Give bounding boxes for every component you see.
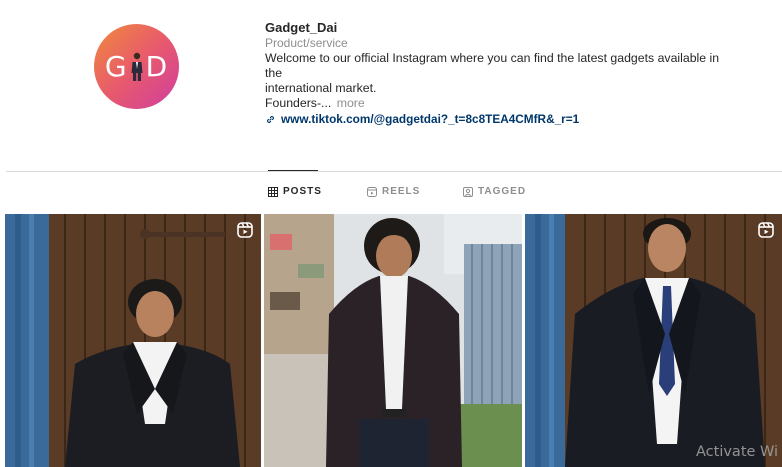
bio-line-2: international market.: [265, 81, 377, 95]
logo-letter-d: D: [145, 50, 169, 83]
profile-link-text[interactable]: www.tiktok.com/@gadgetdai?_t=8c8TEA4CMfR…: [281, 112, 579, 126]
tagged-icon: [463, 186, 473, 197]
post-thumbnail[interactable]: [525, 214, 782, 467]
tabs-divider: [6, 171, 782, 172]
bio-founders-text: Founders-...: [265, 96, 332, 110]
post-image-man-wooden-wall: [5, 214, 261, 467]
profile-avatar[interactable]: G D: [94, 24, 179, 109]
tab-tagged-label: TAGGED: [478, 186, 527, 197]
posts-grid: [5, 214, 782, 467]
tab-reels[interactable]: REELS: [367, 186, 420, 197]
profile-tabs: POSTS REELS TAGGED: [0, 186, 782, 202]
profile-info: Gadget_Dai Product/service Welcome to ou…: [265, 20, 735, 126]
link-icon: [267, 115, 274, 123]
tab-tagged[interactable]: TAGGED: [463, 186, 526, 197]
logo-letter-g: G: [104, 50, 128, 83]
windows-activation-watermark: Activate Wi: [696, 444, 779, 460]
post-image-man-alley: [264, 214, 522, 467]
reels-icon: [367, 186, 377, 197]
profile-username: Gadget_Dai: [265, 20, 338, 35]
brand-logo: G D: [102, 47, 172, 87]
reel-badge-icon: [758, 222, 774, 238]
profile-category: Product/service: [265, 36, 348, 50]
active-tab-indicator: [268, 170, 318, 171]
profile-link[interactable]: www.tiktok.com/@gadgetdai?_t=8c8TEA4CMfR…: [265, 112, 735, 126]
tab-reels-label: REELS: [382, 186, 421, 197]
post-thumbnail[interactable]: [5, 214, 261, 467]
reel-badge-icon: [237, 222, 253, 238]
grid-icon: [268, 186, 278, 197]
post-thumbnail[interactable]: [264, 214, 522, 467]
bio-line-1: Welcome to our official Instagram where …: [265, 51, 720, 80]
post-image-man-blue-tie: [525, 214, 782, 467]
tab-posts[interactable]: POSTS: [268, 186, 322, 197]
businessman-icon: [131, 52, 143, 81]
bio-line-3: Founders-... more: [265, 96, 735, 111]
tab-posts-label: POSTS: [283, 186, 322, 197]
bio-more-link[interactable]: more: [337, 96, 365, 110]
